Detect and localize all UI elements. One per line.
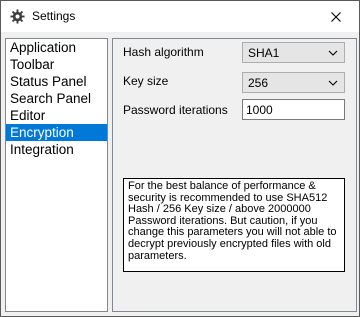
- nav-item-toolbar[interactable]: Toolbar: [6, 56, 107, 73]
- hash-algorithm-label: Hash algorithm: [123, 45, 204, 59]
- chevron-down-icon: [328, 50, 338, 56]
- nav-item-status-panel[interactable]: Status Panel: [6, 73, 107, 90]
- title-bar[interactable]: Settings: [1, 1, 359, 32]
- close-button[interactable]: [313, 1, 359, 32]
- encryption-settings-panel: Hash algorithm SHA1 Key size 256 Passwor…: [112, 38, 357, 312]
- hash-algorithm-select[interactable]: SHA1: [242, 42, 345, 63]
- hash-algorithm-value: SHA1: [248, 46, 280, 60]
- key-size-value: 256: [248, 76, 269, 90]
- nav-item-integration[interactable]: Integration: [6, 141, 107, 158]
- settings-category-list[interactable]: Application Toolbar Status Panel Search …: [5, 38, 108, 312]
- nav-item-application[interactable]: Application: [6, 39, 107, 56]
- close-icon: [331, 11, 341, 22]
- key-size-label: Key size: [123, 74, 169, 88]
- nav-item-encryption[interactable]: Encryption: [6, 124, 107, 141]
- encryption-info-note: For the best balance of performance & se…: [123, 178, 345, 272]
- window-title: Settings: [32, 9, 76, 23]
- nav-item-editor[interactable]: Editor: [6, 107, 107, 124]
- nav-item-search-panel[interactable]: Search Panel: [6, 90, 107, 107]
- settings-window: Settings Application Toolbar Status Pane…: [0, 0, 360, 317]
- gear-icon: [10, 9, 25, 24]
- password-iterations-input[interactable]: 1000: [242, 99, 345, 120]
- chevron-down-icon: [328, 80, 338, 86]
- password-iterations-value: 1000: [246, 103, 273, 117]
- password-iterations-label: Password iterations: [123, 103, 228, 117]
- key-size-select[interactable]: 256: [242, 72, 345, 93]
